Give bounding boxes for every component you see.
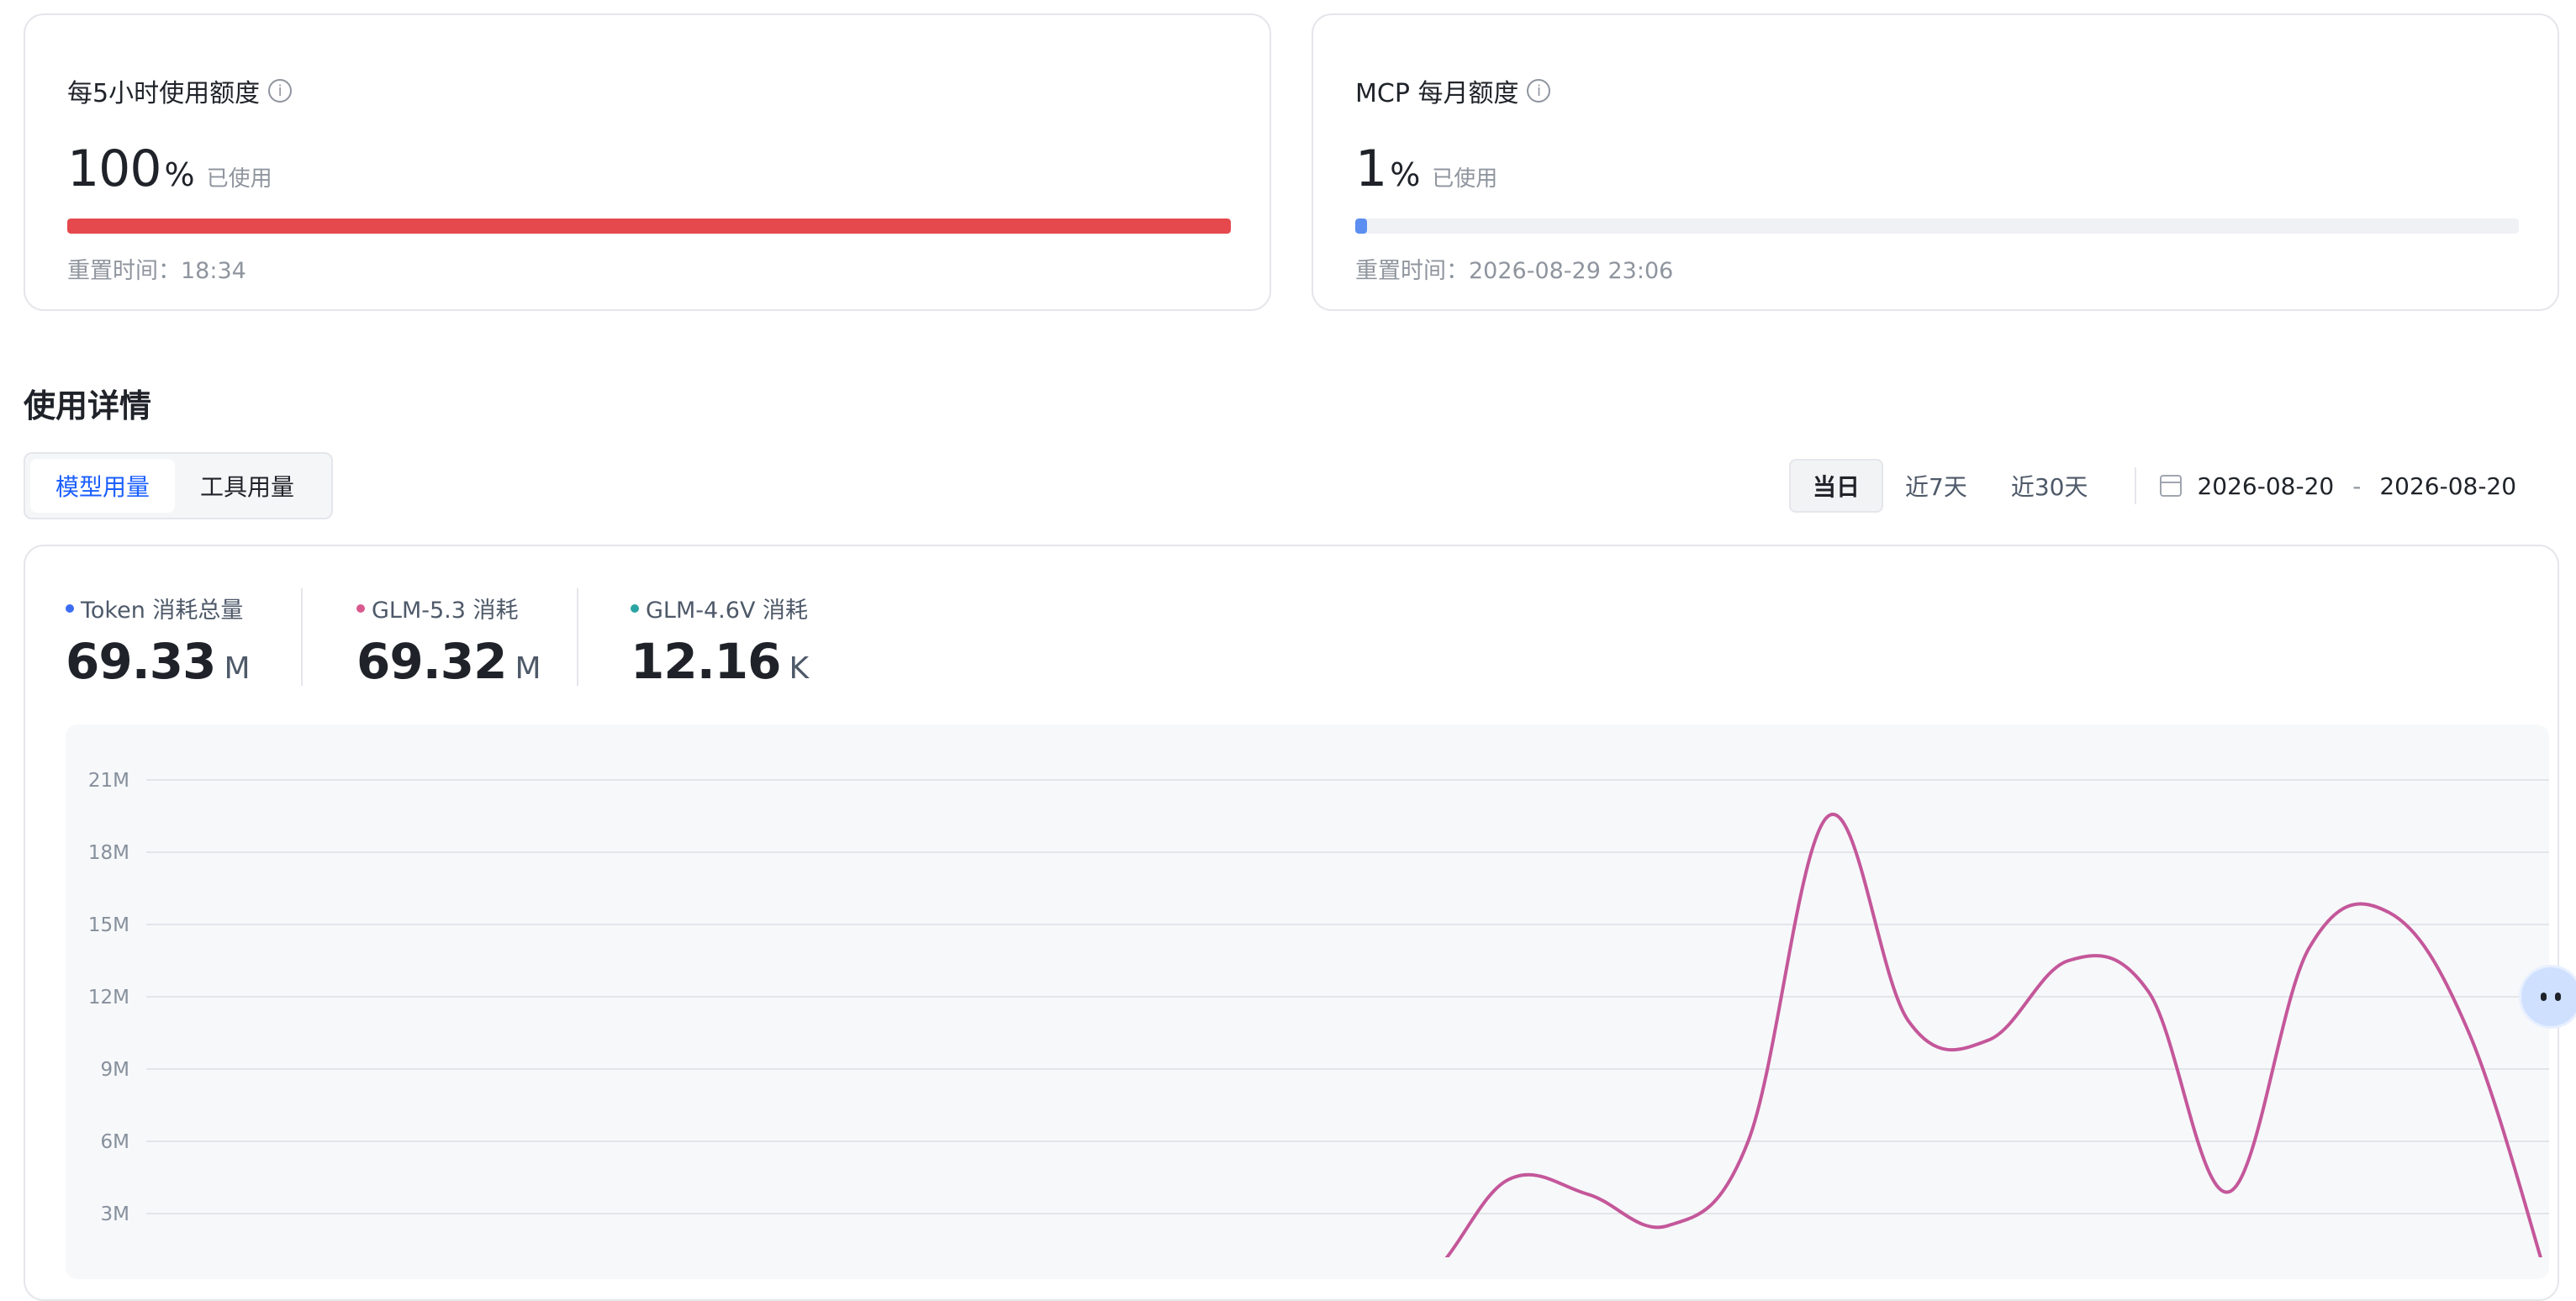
eye-icon — [2555, 993, 2561, 1001]
y-tick-label: 6M — [101, 1131, 129, 1153]
y-tick-label: 21M — [88, 770, 129, 792]
usage-line-chart: 03M6M9M12M15M18M21M — [88, 770, 2549, 1257]
y-tick-label: 9M — [101, 1059, 129, 1081]
assistant-chat-button[interactable] — [2519, 965, 2576, 1029]
y-tick-label: 12M — [88, 987, 129, 1009]
y-tick-label: 3M — [101, 1204, 129, 1225]
eye-icon — [2541, 993, 2547, 1001]
y-tick-label: 15M — [88, 914, 129, 936]
series-line — [1444, 812, 2542, 1257]
y-tick-label: 18M — [88, 842, 129, 864]
